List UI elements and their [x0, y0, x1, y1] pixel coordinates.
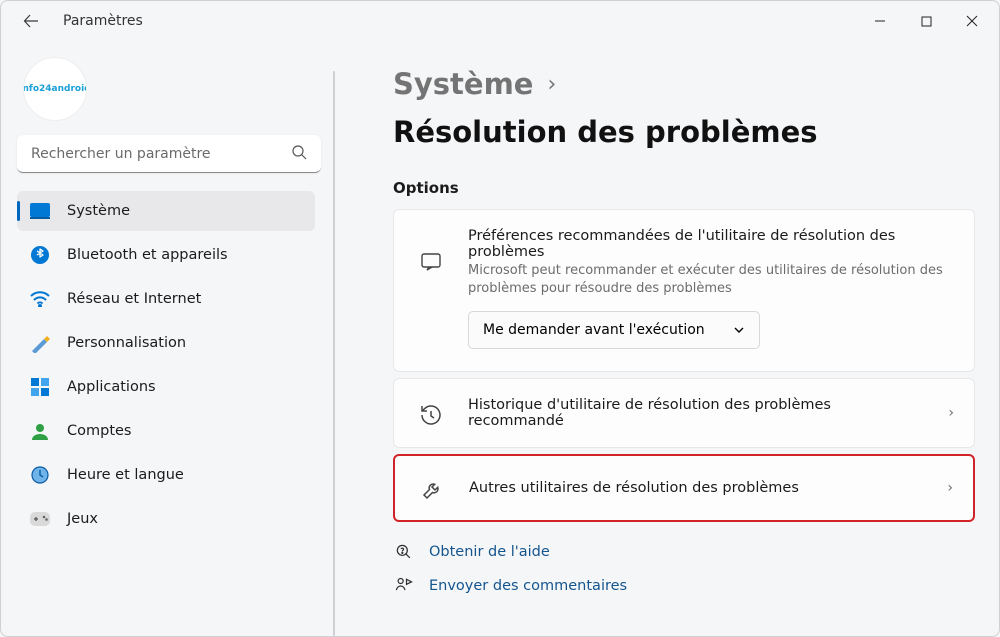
chevron-right-icon: ›	[947, 480, 953, 496]
avatar-row: info24android	[17, 51, 321, 135]
app-title: Paramètres	[63, 13, 143, 29]
main-content: Système › Résolution des problèmes Optio…	[337, 41, 999, 636]
network-icon	[29, 288, 51, 310]
breadcrumb: Système › Résolution des problèmes	[393, 67, 975, 149]
arrow-left-icon	[23, 13, 39, 29]
nav-list: Système Bluetooth et appareils Réseau et I…	[17, 191, 315, 539]
chevron-right-icon: ›	[547, 72, 556, 97]
options-heading: Options	[393, 179, 975, 197]
back-button[interactable]	[13, 3, 49, 39]
help-icon	[393, 542, 415, 562]
system-icon	[29, 200, 51, 222]
other-title: Autres utilitaires de résolution des pro…	[469, 480, 915, 496]
time-icon	[29, 464, 51, 486]
sidebar-item-label: Jeux	[67, 511, 98, 527]
search-box	[17, 135, 321, 173]
accounts-icon	[29, 420, 51, 442]
personal-icon	[29, 332, 51, 354]
sidebar-item-system[interactable]: Système	[17, 191, 315, 231]
sidebar-item-network[interactable]: Réseau et Internet	[17, 279, 315, 319]
sidebar-item-accounts[interactable]: Comptes	[17, 411, 315, 451]
pref-dropdown[interactable]: Me demander avant l'exécution	[468, 311, 760, 349]
pref-title: Préférences recommandées de l'utilitaire…	[468, 228, 954, 260]
link-get-help[interactable]: Obtenir de l'aide	[393, 542, 975, 562]
bluetooth-icon	[29, 244, 51, 266]
apps-icon	[29, 376, 51, 398]
close-icon	[966, 15, 978, 27]
sidebar-item-label: Heure et langue	[67, 467, 184, 483]
link-get-help-label: Obtenir de l'aide	[429, 544, 550, 560]
chat-icon	[414, 250, 448, 274]
sidebar-item-bluetooth[interactable]: Bluetooth et appareils	[17, 235, 315, 275]
sidebar: info24android Système Bluetooth et appare…	[1, 41, 331, 636]
sidebar-item-label: Comptes	[67, 423, 132, 439]
link-feedback-label: Envoyer des commentaires	[429, 578, 627, 594]
page-title: Résolution des problèmes	[393, 115, 818, 149]
pref-dropdown-value: Me demander avant l'exécution	[483, 322, 705, 338]
breadcrumb-parent[interactable]: Système	[393, 67, 533, 101]
wrench-icon	[415, 478, 449, 502]
search-icon	[291, 144, 307, 164]
feedback-icon	[393, 576, 415, 596]
chevron-right-icon: ›	[948, 405, 954, 421]
sidebar-item-apps[interactable]: Applications	[17, 367, 315, 407]
chevron-down-icon	[733, 324, 745, 336]
sidebar-item-label: Bluetooth et appareils	[67, 247, 228, 263]
card-history[interactable]: Historique d'utilitaire de résolution de…	[393, 378, 975, 448]
link-feedback[interactable]: Envoyer des commentaires	[393, 576, 975, 596]
minimize-button[interactable]	[857, 3, 903, 39]
minimize-icon	[874, 15, 886, 27]
sidebar-item-personal[interactable]: Personnalisation	[17, 323, 315, 363]
sidebar-item-label: Applications	[67, 379, 156, 395]
close-button[interactable]	[949, 3, 995, 39]
titlebar: Paramètres	[1, 1, 999, 41]
search-input[interactable]	[17, 135, 321, 173]
sidebar-item-games[interactable]: Jeux	[17, 499, 315, 539]
nav-scroll: Système Bluetooth et appareils Réseau et I…	[17, 191, 321, 626]
maximize-button[interactable]	[903, 3, 949, 39]
sidebar-item-label: Réseau et Internet	[67, 291, 201, 307]
sidebar-item-label: Personnalisation	[67, 335, 186, 351]
sidebar-item-label: Système	[67, 203, 130, 219]
games-icon	[29, 508, 51, 530]
avatar[interactable]: info24android	[23, 57, 87, 121]
help-links: Obtenir de l'aide Envoyer des commentair…	[393, 542, 975, 596]
maximize-icon	[921, 16, 932, 27]
pref-subtitle: Microsoft peut recommander et exécuter d…	[468, 262, 954, 297]
history-title: Historique d'utilitaire de résolution de…	[468, 397, 916, 429]
card-other-troubleshooters[interactable]: Autres utilitaires de résolution des pro…	[393, 454, 975, 522]
scroll-rail	[333, 71, 335, 636]
card-preferences: Préférences recommandées de l'utilitaire…	[393, 209, 975, 372]
window-controls	[857, 3, 995, 39]
history-icon	[414, 403, 448, 427]
sidebar-item-time[interactable]: Heure et langue	[17, 455, 315, 495]
